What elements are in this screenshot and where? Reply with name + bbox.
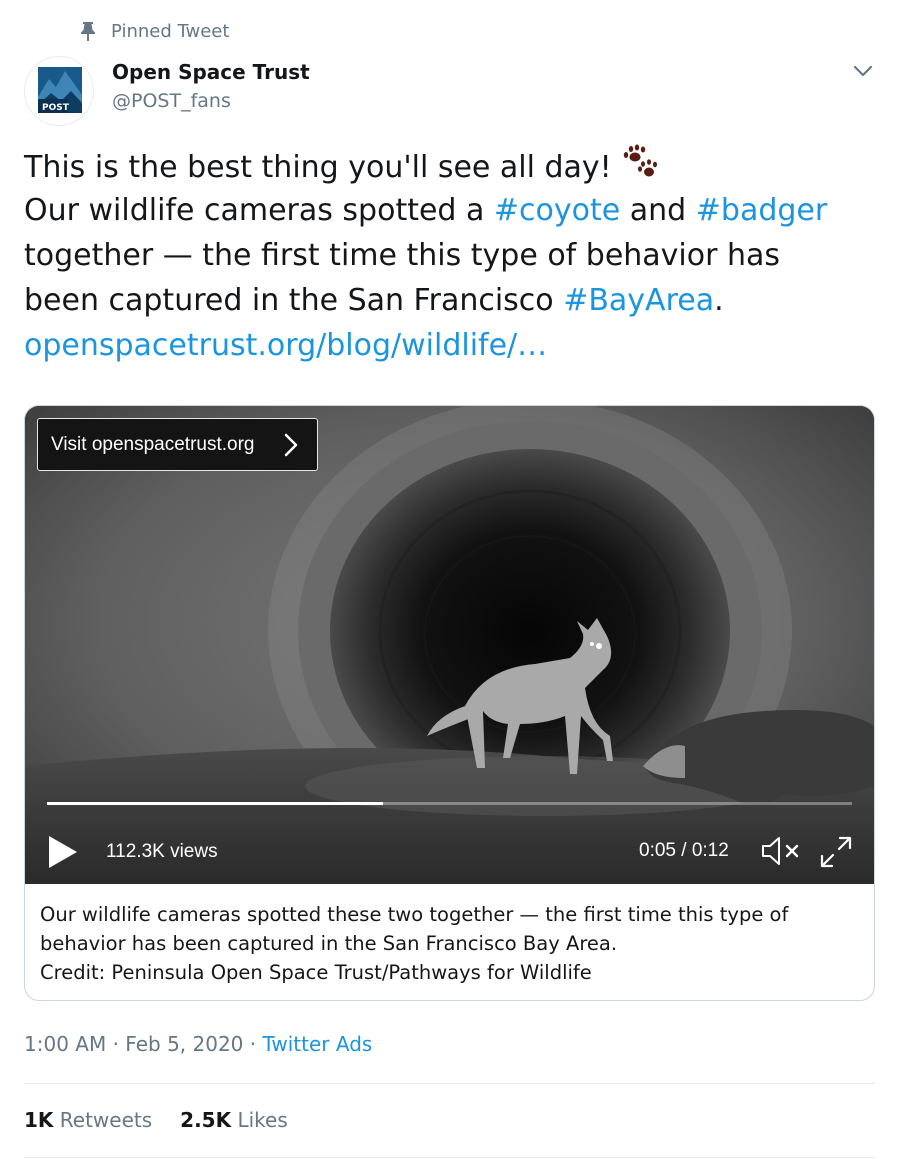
tweet-date-link[interactable]: Feb 5, 2020 bbox=[125, 1032, 243, 1056]
paw-prints-icon bbox=[623, 144, 657, 177]
tweet-source-link[interactable]: Twitter Ads bbox=[262, 1032, 372, 1056]
meta-separator-1: · bbox=[106, 1032, 126, 1056]
tweet-line-1: This is the best thing you'll see all da… bbox=[24, 143, 874, 188]
likes-label: Likes bbox=[231, 1108, 288, 1132]
tweet-text: This is the best thing you'll see all da… bbox=[24, 143, 874, 368]
avatar[interactable]: POST bbox=[24, 56, 94, 126]
media-caption: Our wildlife cameras spotted these two t… bbox=[40, 900, 860, 987]
fullscreen-icon[interactable] bbox=[818, 834, 854, 870]
tweet-line-2-middle: and bbox=[620, 193, 696, 228]
video-progress-fill bbox=[47, 802, 383, 805]
tweet-line-1-text: This is the best thing you'll see all da… bbox=[24, 150, 612, 185]
tweet-meta: 1:00 AM · Feb 5, 2020 · Twitter Ads bbox=[24, 1032, 372, 1056]
visit-website-button[interactable]: Visit openspacetrust.org bbox=[37, 418, 318, 471]
meta-separator-2: · bbox=[243, 1032, 263, 1056]
caption-line-1: Our wildlife cameras spotted these two t… bbox=[40, 903, 789, 926]
video-frame bbox=[25, 406, 874, 884]
post-logo: POST bbox=[38, 67, 82, 113]
likes-count: 2.5K bbox=[180, 1108, 232, 1132]
video-time: 0:05 / 0:12 bbox=[639, 840, 729, 861]
tweet-line-4-suffix: . bbox=[714, 283, 724, 318]
tweet-line-4-prefix: been captured in the San Francisco bbox=[24, 283, 564, 318]
play-icon[interactable] bbox=[47, 834, 79, 870]
video-view-count: 112.3K views bbox=[106, 841, 218, 862]
pin-icon bbox=[81, 22, 95, 41]
tweet-line-2-prefix: Our wildlife cameras spotted a bbox=[24, 193, 494, 228]
likes-stat[interactable]: 2.5K Likes bbox=[180, 1108, 288, 1132]
pinned-label: Pinned Tweet bbox=[111, 20, 230, 42]
video-progress-bar[interactable] bbox=[47, 802, 852, 805]
divider bbox=[24, 1083, 875, 1084]
blog-link[interactable]: openspacetrust.org/blog/wildlife/… bbox=[24, 323, 874, 368]
hashtag-coyote-link[interactable]: #coyote bbox=[494, 193, 620, 228]
caption-line-3: Credit: Peninsula Open Space Trust/Pathw… bbox=[40, 961, 592, 984]
tweet-line-2: Our wildlife cameras spotted a #coyote a… bbox=[24, 188, 874, 233]
engagement-stats: 1K Retweets 2.5K Likes bbox=[24, 1108, 316, 1132]
avatar-text: POST bbox=[42, 103, 70, 113]
retweets-stat[interactable]: 1K Retweets bbox=[24, 1108, 152, 1132]
chevron-right-icon bbox=[284, 433, 298, 457]
author-handle[interactable]: @POST_fans bbox=[112, 90, 231, 112]
tweet-line-3: together — the first time this type of b… bbox=[24, 238, 781, 273]
chevron-down-icon[interactable] bbox=[850, 60, 876, 82]
divider bbox=[24, 1157, 875, 1158]
hashtag-badger-link[interactable]: #badger bbox=[696, 193, 827, 228]
visit-website-label: Visit openspacetrust.org bbox=[51, 433, 255, 455]
muted-speaker-icon[interactable] bbox=[760, 834, 804, 868]
retweets-count: 1K bbox=[24, 1108, 54, 1132]
retweets-label: Retweets bbox=[53, 1108, 153, 1132]
tweet-line-4: been captured in the San Francisco #BayA… bbox=[24, 278, 874, 323]
video-player[interactable]: Visit openspacetrust.org 112.3K views 0:… bbox=[25, 406, 874, 884]
author-display-name[interactable]: Open Space Trust bbox=[112, 60, 310, 84]
tweet-time-link[interactable]: 1:00 AM bbox=[24, 1032, 106, 1056]
caption-line-2: behavior has been captured in the San Fr… bbox=[40, 932, 618, 955]
hashtag-bayarea-link[interactable]: #BayArea bbox=[563, 283, 714, 318]
media-card: Visit openspacetrust.org 112.3K views 0:… bbox=[24, 405, 875, 1001]
pinned-tweet-header: Pinned Tweet bbox=[78, 19, 229, 43]
